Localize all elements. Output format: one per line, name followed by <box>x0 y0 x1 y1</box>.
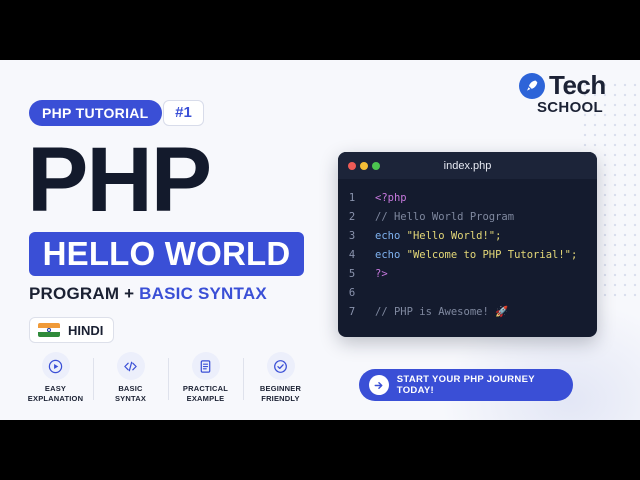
code-line: 2 // Hello World Program <box>338 207 597 226</box>
code-text: echo "Welcome to PHP Tutorial!"; <box>375 248 578 261</box>
editor-filename: index.php <box>443 159 492 172</box>
cta-label: START YOUR PHP JOURNEY TODAY! <box>396 374 535 396</box>
code-line: 3 echo "Hello World!"; <box>338 226 597 245</box>
feature-label: EASY EXPLANATION <box>27 384 84 403</box>
india-flag-icon <box>38 323 60 337</box>
features-row: EASY EXPLANATION BASIC SYNTAX PRACTICAL … <box>18 352 318 406</box>
hero-subtitle: PROGRAM + BASIC SYNTAX <box>29 284 267 304</box>
play-icon <box>41 352 70 380</box>
feature-practical-example: PRACTICAL EXAMPLE <box>168 352 243 406</box>
line-number: 7 <box>348 305 356 318</box>
document-icon <box>191 352 220 380</box>
hero-highlight-banner: HELLO WORLD <box>29 232 304 276</box>
code-line: 7 // PHP is Awesome! 🚀 <box>338 302 597 321</box>
rocket-icon <box>519 73 545 99</box>
check-badge-icon <box>266 352 295 380</box>
subtitle-program: PROGRAM + <box>29 284 140 303</box>
code-icon <box>116 352 145 380</box>
brand-name: Tech <box>549 70 606 100</box>
line-number: 2 <box>348 210 356 223</box>
feature-basic-syntax: BASIC SYNTAX <box>93 352 168 406</box>
code-body: 1 <?php 2 // Hello World Program 3 echo "Hell… <box>338 179 597 321</box>
tutorial-badge: PHP TUTORIAL <box>29 100 162 126</box>
code-line: 5 ?> <box>338 264 597 283</box>
code-text: ?> <box>375 267 388 280</box>
code-line: 6 <box>338 283 597 302</box>
line-number: 5 <box>348 267 356 280</box>
thumbnail-card: Tech SCHOOL PHP TUTORIAL #1 PHP HELLO WO… <box>0 60 640 420</box>
feature-beginner-friendly: BEGINNER FRIENDLY <box>243 352 318 406</box>
code-line: 4 echo "Welcome to PHP Tutorial!"; <box>338 245 597 264</box>
editor-titlebar: index.php <box>338 152 597 179</box>
brand-logo[interactable]: Tech SCHOOL <box>519 70 619 118</box>
code-editor-window: index.php 1 <?php 2 // Hello World Program 3… <box>338 152 597 337</box>
code-line: 1 <?php <box>338 188 597 207</box>
line-number: 6 <box>348 286 356 299</box>
line-number: 1 <box>348 191 356 204</box>
code-text: // PHP is Awesome! 🚀 <box>375 306 509 318</box>
feature-label: BEGINNER FRIENDLY <box>259 384 302 403</box>
subtitle-basic-syntax: BASIC SYNTAX <box>139 284 267 303</box>
line-number: 3 <box>348 229 356 242</box>
language-badge: HINDI <box>29 317 115 343</box>
feature-label: BASIC SYNTAX <box>114 384 147 403</box>
episode-number-badge: #1 <box>163 100 204 126</box>
feature-label: PRACTICAL EXAMPLE <box>182 384 229 403</box>
hero-title: PHP <box>27 129 212 231</box>
letterbox-top <box>0 0 640 60</box>
code-text: // Hello World Program <box>375 210 515 223</box>
letterbox-bottom <box>0 420 640 480</box>
code-text: echo "Hello World!"; <box>375 229 502 242</box>
language-label: HINDI <box>68 322 104 338</box>
brand-subtitle: SCHOOL <box>537 99 603 116</box>
code-text: <?php <box>375 191 407 204</box>
arrow-right-icon <box>369 375 389 395</box>
line-number: 4 <box>348 248 356 261</box>
feature-easy-explanation: EASY EXPLANATION <box>18 352 93 406</box>
start-journey-button[interactable]: START YOUR PHP JOURNEY TODAY! <box>359 369 573 401</box>
